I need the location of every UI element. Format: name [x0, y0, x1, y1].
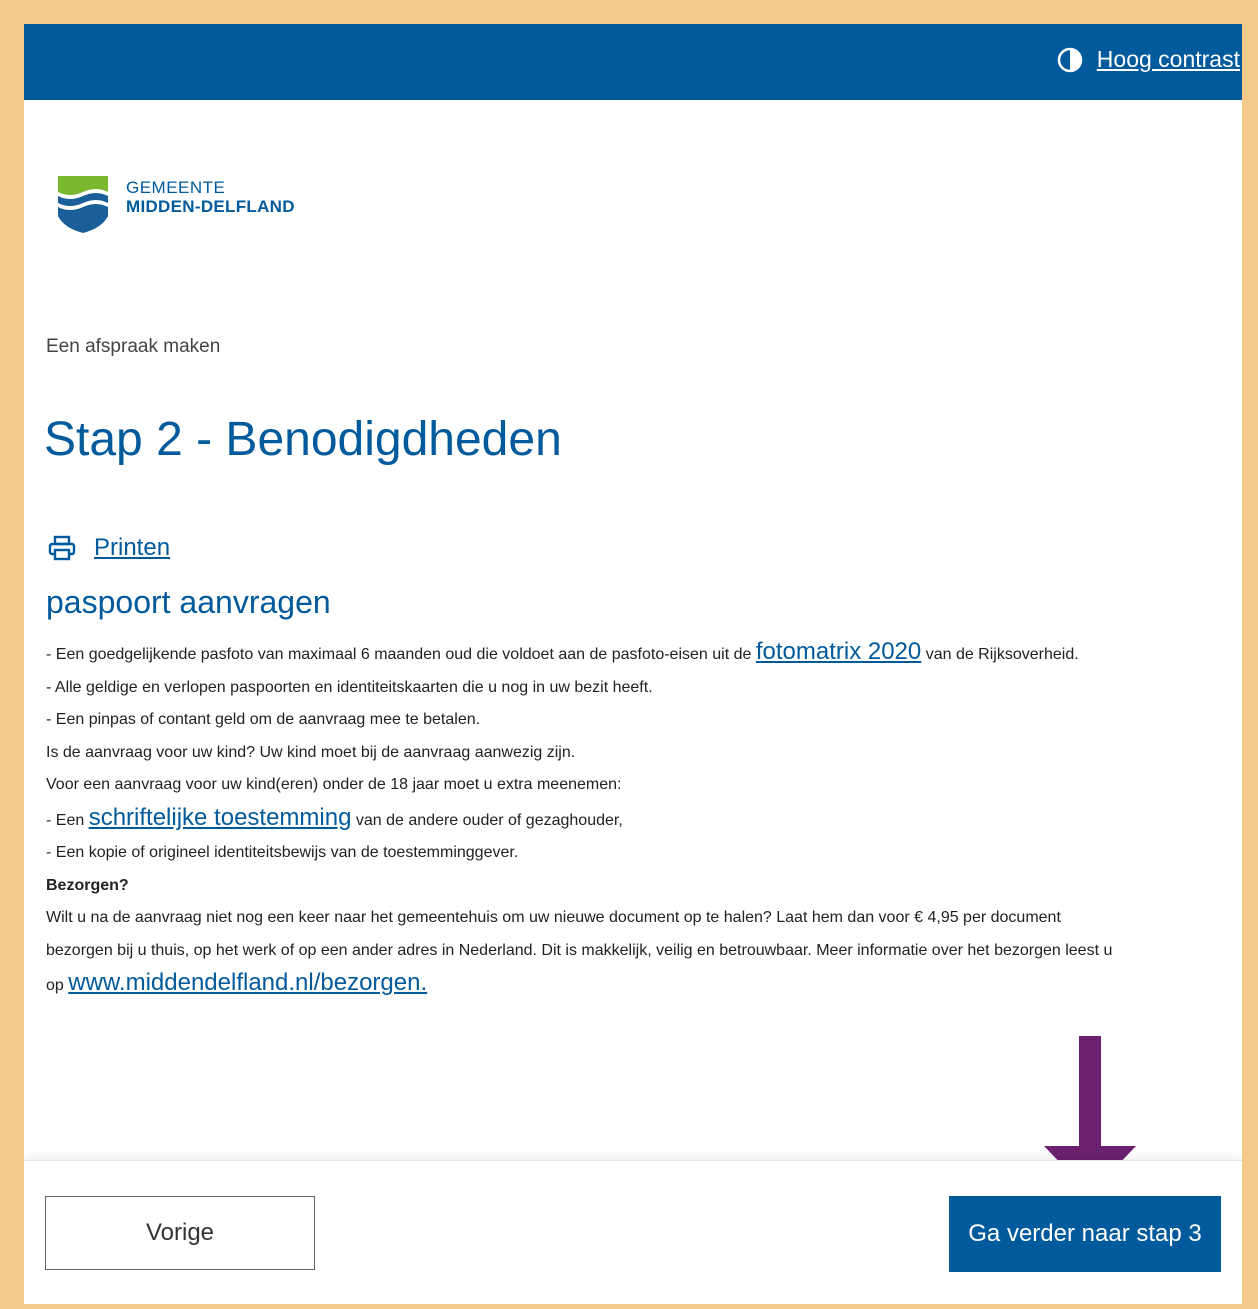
print-link[interactable]: Printen — [48, 534, 170, 562]
requirement-line: - Een goedgelijkende pasfoto van maximaa… — [46, 636, 1226, 672]
bezorgen-link[interactable]: www.middendelfland.nl/bezorgen. — [68, 969, 427, 996]
requirement-text: - Een — [46, 811, 89, 829]
print-label[interactable]: Printen — [94, 534, 170, 562]
requirement-line: - Een kopie of origineel identiteitsbewi… — [46, 844, 519, 861]
top-bar: Hoog contrast — [24, 24, 1242, 100]
bezorgen-heading-line: Bezorgen? — [46, 870, 1226, 903]
requirements-content: - Een goedgelijkende pasfoto van maximaa… — [46, 636, 1226, 1003]
footer-actions: Vorige Ga verder naar stap 3 — [24, 1160, 1242, 1304]
requirement-line: - Een schriftelijke toestemming van de a… — [46, 802, 1226, 838]
child-info-line: Voor een aanvraag voor uw kind(eren) ond… — [46, 776, 622, 793]
requirement-text: van de Rijksoverheid. — [921, 646, 1079, 663]
logo-text: GEMEENTE MIDDEN-DELFLAND — [126, 178, 295, 216]
bezorgen-text: Wilt u na de aanvraag niet nog een keer … — [46, 909, 1061, 926]
requirement-line: - Alle geldige en verlopen paspoorten en… — [46, 678, 653, 696]
logo-line-1: GEMEENTE — [126, 178, 226, 197]
previous-button[interactable]: Vorige — [45, 1196, 315, 1270]
municipality-logo[interactable]: GEMEENTE MIDDEN-DELFLAND — [58, 176, 295, 234]
requirement-text: - Een goedgelijkende pasfoto van maximaa… — [46, 646, 756, 663]
breadcrumb: Een afspraak maken — [46, 336, 221, 357]
page-title: Stap 2 - Benodigdheden — [44, 413, 562, 466]
high-contrast-label[interactable]: Hoog contrast — [1097, 46, 1240, 73]
fotomatrix-link[interactable]: fotomatrix 2020 — [756, 638, 921, 665]
page-frame: Hoog contrast GEMEENTE MIDDEN-DELFLAND E… — [24, 24, 1242, 1304]
high-contrast-toggle[interactable]: Hoog contrast — [1057, 46, 1240, 73]
written-consent-link[interactable]: schriftelijke toestemming — [89, 804, 352, 831]
bezorgen-text: bezorgen bij u thuis, op het werk of op … — [46, 941, 1113, 959]
bezorgen-link-line: op www.middendelfland.nl/bezorgen. — [46, 967, 1226, 1003]
requirement-text: van de andere ouder of gezaghouder, — [351, 811, 623, 829]
bezorgen-text: op — [46, 977, 69, 994]
child-info-line: Is de aanvraag voor uw kind? Uw kind moe… — [46, 743, 576, 761]
contrast-icon — [1057, 47, 1083, 72]
printer-icon — [48, 535, 76, 561]
logo-emblem-icon — [58, 176, 108, 233]
requirement-line: - Een pinpas of contant geld om de aanvr… — [46, 711, 481, 728]
next-step-button[interactable]: Ga verder naar stap 3 — [949, 1196, 1221, 1272]
section-heading: paspoort aanvragen — [46, 584, 331, 620]
bezorgen-heading: Bezorgen? — [46, 876, 129, 894]
logo-line-2: MIDDEN-DELFLAND — [126, 197, 295, 216]
